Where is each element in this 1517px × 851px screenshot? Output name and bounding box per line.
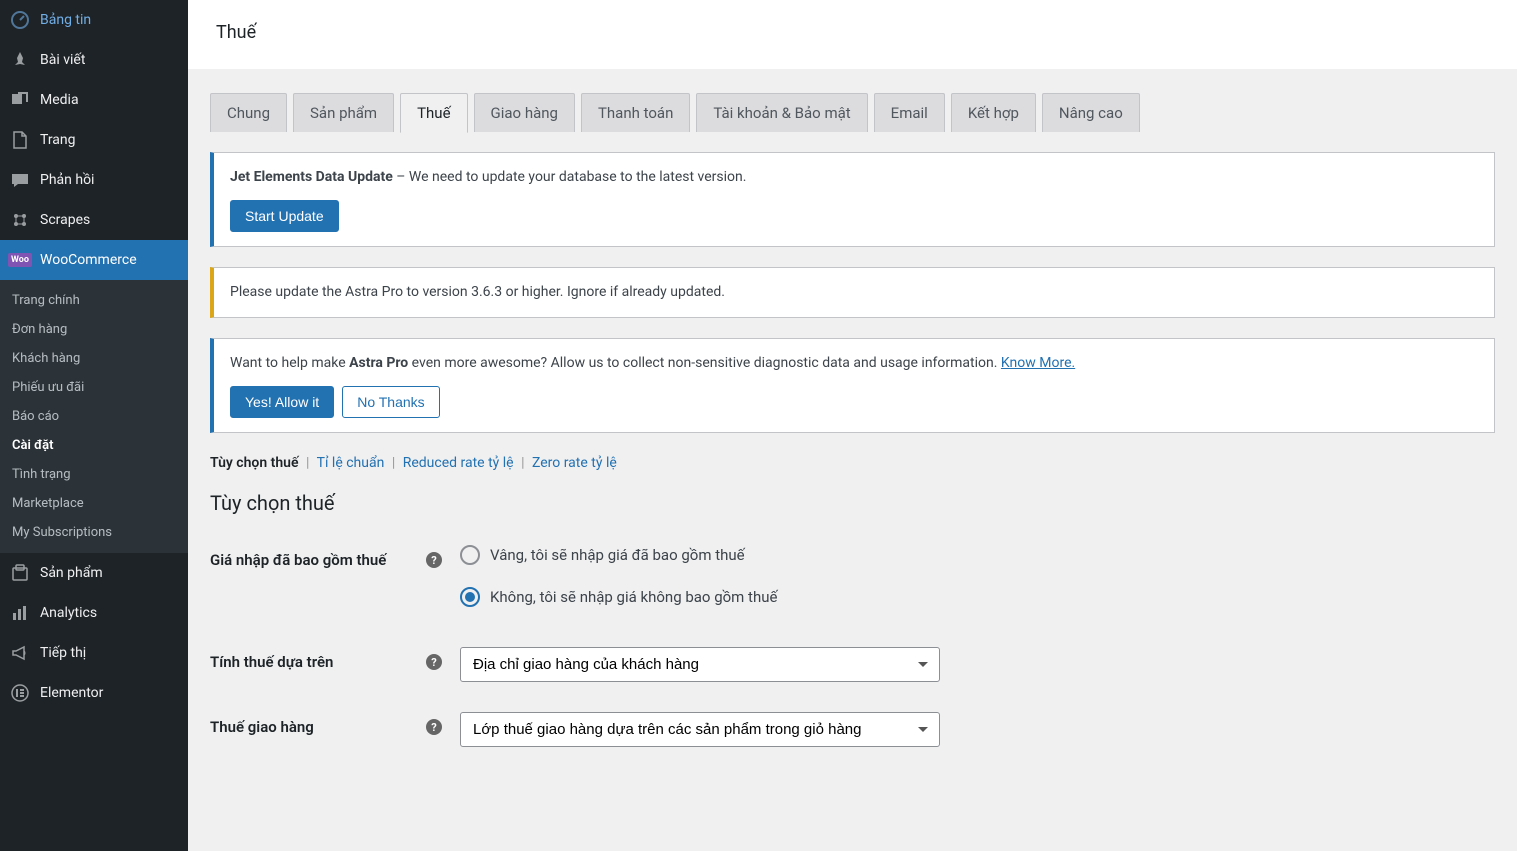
dashboard-icon <box>10 10 30 30</box>
tab-tax[interactable]: Thuế <box>400 93 467 133</box>
page-icon <box>10 130 30 150</box>
notice-astra-allow: Want to help make Astra Pro even more aw… <box>210 338 1495 433</box>
pin-icon <box>10 50 30 70</box>
tax-options-form: Giá nhập đã bao gồm thuế ? Vâng, tôi sẽ … <box>210 545 1495 747</box>
notice-title: Jet Elements Data Update <box>230 169 393 185</box>
analytics-icon <box>10 603 30 623</box>
woocommerce-submenu: Trang chính Đơn hàng Khách hàng Phiếu ưu… <box>0 280 188 553</box>
scrapes-icon <box>10 210 30 230</box>
tax-subnav: Tùy chọn thuế | Tỉ lệ chuẩn | Reduced ra… <box>210 455 1495 471</box>
subnav-tax-options[interactable]: Tùy chọn thuế <box>210 455 299 471</box>
menu-label: Sản phẩm <box>40 565 103 581</box>
radio-label: Vâng, tôi sẽ nhập giá đã bao gồm thuế <box>490 546 745 564</box>
help-tip-icon[interactable]: ? <box>426 719 442 735</box>
menu-comments[interactable]: Phản hồi <box>0 160 188 200</box>
menu-label: Tiếp thị <box>40 645 86 661</box>
menu-label: Phản hồi <box>40 172 94 188</box>
menu-woocommerce[interactable]: Woo WooCommerce <box>0 240 188 280</box>
start-update-button[interactable]: Start Update <box>230 200 339 232</box>
megaphone-icon <box>10 643 30 663</box>
tab-payments[interactable]: Thanh toán <box>581 93 690 132</box>
tab-integration[interactable]: Kết hợp <box>951 93 1036 132</box>
page-header: Thuế <box>188 0 1517 69</box>
subnav-reduced-rates[interactable]: Reduced rate tỷ lệ <box>403 455 514 471</box>
notice-prefix: Want to help make <box>230 355 349 371</box>
menu-products[interactable]: Sản phẩm <box>0 553 188 593</box>
tab-emails[interactable]: Email <box>874 93 945 132</box>
notice-bold: Astra Pro <box>349 355 408 371</box>
menu-label: Scrapes <box>40 212 90 228</box>
submenu-home[interactable]: Trang chính <box>0 286 188 315</box>
menu-posts[interactable]: Bài viết <box>0 40 188 80</box>
know-more-link[interactable]: Know More. <box>1001 355 1075 371</box>
menu-label: Elementor <box>40 685 103 701</box>
tab-advanced[interactable]: Nâng cao <box>1042 93 1140 132</box>
submenu-settings[interactable]: Cài đặt <box>0 431 188 460</box>
allow-button[interactable]: Yes! Allow it <box>230 386 334 418</box>
tab-shipping[interactable]: Giao hàng <box>474 93 575 132</box>
prices-yes-radio[interactable]: Vâng, tôi sẽ nhập giá đã bao gồm thuế <box>460 545 1495 565</box>
submenu-status[interactable]: Tình trạng <box>0 460 188 489</box>
subnav-zero-rates[interactable]: Zero rate tỷ lệ <box>532 455 617 471</box>
notice-text: Please update the Astra Pro to version 3… <box>230 282 1478 303</box>
menu-analytics[interactable]: Analytics <box>0 593 188 633</box>
prices-no-radio[interactable]: Không, tôi sẽ nhập giá không bao gồm thu… <box>460 587 1495 607</box>
menu-elementor[interactable]: Elementor <box>0 673 188 713</box>
submenu-subscriptions[interactable]: My Subscriptions <box>0 518 188 547</box>
notice-astra-update: Please update the Astra Pro to version 3… <box>210 267 1495 318</box>
menu-pages[interactable]: Trang <box>0 120 188 160</box>
prices-include-tax-label: Giá nhập đã bao gồm thuế <box>210 551 386 569</box>
menu-marketing[interactable]: Tiếp thị <box>0 633 188 673</box>
notice-jet-update: Jet Elements Data Update – We need to up… <box>210 152 1495 247</box>
page-title: Thuế <box>216 22 1489 43</box>
menu-label: Media <box>40 92 79 108</box>
notice-suffix: even more awesome? Allow us to collect n… <box>408 355 1001 371</box>
menu-label: Analytics <box>40 605 97 621</box>
menu-scrapes[interactable]: Scrapes <box>0 200 188 240</box>
menu-label: Bảng tin <box>40 12 91 28</box>
radio-icon <box>460 587 480 607</box>
help-tip-icon[interactable]: ? <box>426 654 442 670</box>
menu-dashboard[interactable]: Bảng tin <box>0 0 188 40</box>
calculate-tax-select[interactable]: Địa chỉ giao hàng của khách hàng <box>460 647 940 682</box>
product-icon <box>10 563 30 583</box>
comment-icon <box>10 170 30 190</box>
submenu-coupons[interactable]: Phiếu ưu đãi <box>0 373 188 402</box>
main-content: Thuế Chung Sản phẩm Thuế Giao hàng Thanh… <box>188 0 1517 851</box>
settings-tabs: Chung Sản phẩm Thuế Giao hàng Thanh toán… <box>210 69 1495 132</box>
tab-products[interactable]: Sản phẩm <box>293 93 394 132</box>
no-thanks-button[interactable]: No Thanks <box>342 386 439 418</box>
radio-icon <box>460 545 480 565</box>
section-title: Tùy chọn thuế <box>210 491 1495 515</box>
submenu-marketplace[interactable]: Marketplace <box>0 489 188 518</box>
woocommerce-icon: Woo <box>10 250 30 270</box>
admin-sidebar: Bảng tin Bài viết Media Trang Phản hồi S… <box>0 0 188 851</box>
help-tip-icon[interactable]: ? <box>426 552 442 568</box>
radio-label: Không, tôi sẽ nhập giá không bao gồm thu… <box>490 588 777 606</box>
tab-accounts[interactable]: Tài khoản & Bảo mật <box>696 93 867 132</box>
subnav-standard-rates[interactable]: Tỉ lệ chuẩn <box>317 455 385 471</box>
tab-general[interactable]: Chung <box>210 93 287 132</box>
menu-label: Trang <box>40 132 76 148</box>
submenu-customers[interactable]: Khách hàng <box>0 344 188 373</box>
menu-label: WooCommerce <box>40 252 137 268</box>
elementor-icon <box>10 683 30 703</box>
submenu-reports[interactable]: Báo cáo <box>0 402 188 431</box>
menu-label: Bài viết <box>40 52 85 68</box>
media-icon <box>10 90 30 110</box>
calculate-tax-label: Tính thuế dựa trên <box>210 653 333 671</box>
shipping-tax-select[interactable]: Lớp thuế giao hàng dựa trên các sản phẩm… <box>460 712 940 747</box>
notice-text: – We need to update your database to the… <box>393 169 747 185</box>
menu-media[interactable]: Media <box>0 80 188 120</box>
shipping-tax-label: Thuế giao hàng <box>210 718 314 736</box>
submenu-orders[interactable]: Đơn hàng <box>0 315 188 344</box>
